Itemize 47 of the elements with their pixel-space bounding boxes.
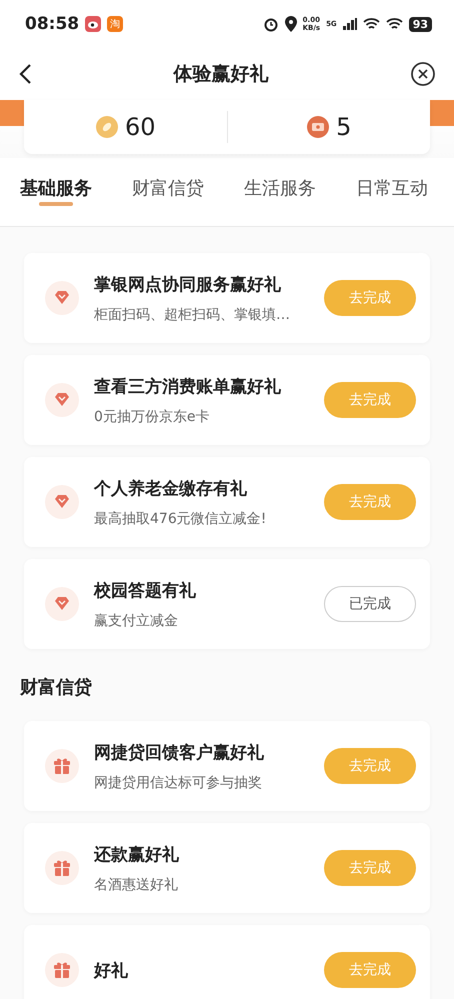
- go-complete-button[interactable]: 去完成: [324, 748, 416, 784]
- go-complete-button[interactable]: 去完成: [324, 850, 416, 886]
- go-complete-button[interactable]: 去完成: [324, 382, 416, 418]
- task-description: 赢支付立减金: [94, 612, 179, 630]
- battery-indicator: 93: [408, 16, 432, 32]
- task-description: 网捷贷用信达标可参与抽奖: [94, 774, 263, 792]
- alarm-icon: [262, 16, 279, 32]
- task-description: 0元抽万份京东e卡: [94, 408, 211, 426]
- task-title: 个人养老金缴存有礼: [94, 478, 248, 500]
- coin-icon: [94, 115, 119, 139]
- location-icon: [284, 16, 297, 32]
- task-title: 掌银网点协同服务赢好礼: [94, 274, 282, 296]
- heart-gem-icon: [44, 280, 80, 316]
- wifi-icon: [362, 18, 380, 30]
- stat-value: 5: [336, 113, 352, 141]
- task-description: 名酒惠送好礼: [94, 876, 179, 894]
- category-tab[interactable]: 生活服务: [244, 166, 316, 210]
- gift-icon: [44, 748, 80, 784]
- ticket-icon: [306, 115, 330, 139]
- wifi-icon: [386, 18, 403, 30]
- heart-gem-icon: [44, 484, 80, 520]
- app-icon: 淘: [107, 16, 124, 32]
- status-time: 08:58: [25, 14, 80, 34]
- task-title: 好礼: [94, 960, 129, 982]
- go-complete-button[interactable]: 去完成: [324, 280, 416, 316]
- stat-value: 60: [124, 113, 156, 141]
- close-icon[interactable]: [410, 61, 436, 87]
- go-complete-button[interactable]: 去完成: [324, 484, 416, 520]
- page-title: 体验赢好礼: [172, 62, 270, 87]
- heart-gem-icon: [44, 382, 80, 418]
- task-title: 校园答题有礼: [94, 580, 197, 602]
- signal-icon: [342, 18, 357, 30]
- heart-gem-icon: [44, 586, 80, 622]
- task-title: 网捷贷回馈客户赢好礼: [94, 742, 265, 764]
- task-description: 最高抽取476元微信立减金!: [94, 510, 268, 528]
- gift-icon: [44, 850, 80, 886]
- task-title: 查看三方消费账单赢好礼: [94, 376, 282, 398]
- task-description: 柜面扫码、超柜扫码、掌银填…: [94, 306, 291, 324]
- category-tab[interactable]: 财富信贷: [132, 166, 204, 210]
- back-icon[interactable]: [18, 63, 32, 85]
- section-heading: 财富信贷: [20, 676, 93, 699]
- completed-button[interactable]: 已完成: [324, 586, 416, 622]
- gift-icon: [44, 952, 80, 988]
- go-complete-button[interactable]: 去完成: [324, 952, 416, 988]
- category-tab[interactable]: 日常互动: [356, 166, 428, 210]
- task-title: 还款赢好礼: [94, 844, 180, 866]
- category-tab[interactable]: 基础服务: [20, 166, 92, 210]
